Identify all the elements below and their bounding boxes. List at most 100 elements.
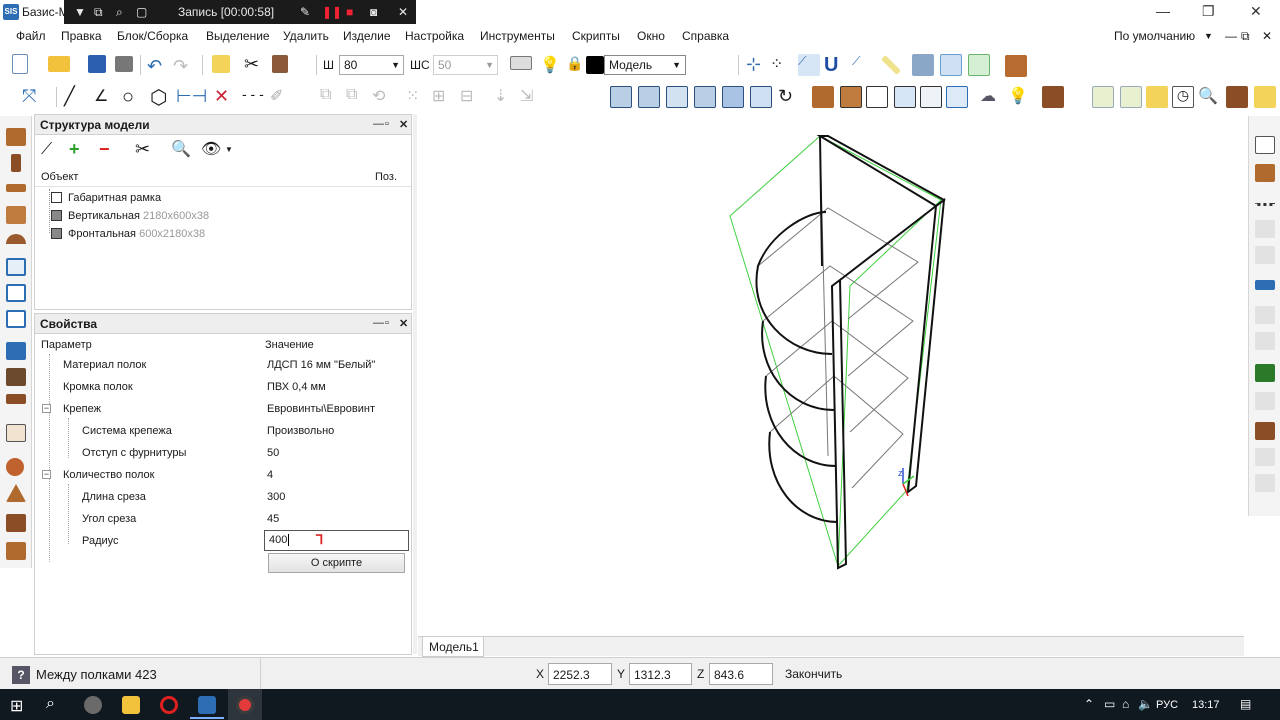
ruler-icon[interactable] xyxy=(881,55,901,75)
restore-doc-icon[interactable]: ⧉ xyxy=(1241,29,1250,44)
collapse-toggle[interactable]: − xyxy=(42,404,51,413)
preview-icon[interactable]: 🔍 xyxy=(171,139,191,159)
restore-icon[interactable]: ⧉ xyxy=(94,5,103,20)
pen-icon[interactable]: ✎ xyxy=(300,5,310,19)
grid-array-icon[interactable]: ⊞ xyxy=(432,86,454,108)
disabled-tool-icon[interactable] xyxy=(1255,448,1275,466)
menu-help[interactable]: Справка xyxy=(682,29,729,43)
prop-value[interactable]: 45 xyxy=(267,513,279,525)
undo-icon[interactable]: ↶ xyxy=(147,56,169,78)
add-icon[interactable]: + xyxy=(69,139,80,160)
prop-value[interactable]: ЛДСП 16 мм "Белый" xyxy=(267,359,375,371)
block-icon[interactable] xyxy=(1005,55,1027,77)
panel-minimize-icon[interactable]: — xyxy=(373,118,384,130)
menu-scripts[interactable]: Скрипты xyxy=(572,29,620,43)
view-cam2-icon[interactable] xyxy=(940,54,962,76)
panel-tool-icon[interactable] xyxy=(6,128,26,146)
menu-settings[interactable]: Настройка xyxy=(405,29,464,43)
box-3d-icon[interactable] xyxy=(1226,86,1248,108)
bazis-app-icon[interactable] xyxy=(198,696,216,714)
zoom-preview-icon[interactable]: 🔍 xyxy=(1198,86,1220,108)
add-edge-icon[interactable] xyxy=(1255,280,1275,290)
network-icon[interactable]: ⌂ xyxy=(1122,697,1129,711)
tools-icon[interactable]: ✂ xyxy=(135,139,150,160)
disabled-tool-icon[interactable] xyxy=(1255,306,1275,324)
stack-icon[interactable] xyxy=(6,542,26,560)
prop-value[interactable]: 300 xyxy=(267,491,285,503)
view-right-icon[interactable] xyxy=(694,86,716,108)
circle-icon[interactable]: ○ xyxy=(122,86,144,108)
copy-icon[interactable]: ⧉ xyxy=(346,86,368,108)
light-bulb-icon[interactable]: 💡 xyxy=(540,55,562,77)
disabled-tool-icon[interactable] xyxy=(1255,474,1275,492)
move-icon[interactable]: ⇣ xyxy=(494,86,516,108)
scale-icon[interactable] xyxy=(1255,194,1275,206)
menu-block[interactable]: Блок/Сборка xyxy=(117,29,188,43)
disabled-tool-icon[interactable] xyxy=(1255,332,1275,350)
print-icon[interactable] xyxy=(115,56,133,72)
pause-icon[interactable]: ❚❚ xyxy=(322,5,342,19)
language-indicator[interactable]: РУС xyxy=(1156,699,1178,711)
align-icon[interactable]: ⊟ xyxy=(460,86,482,108)
panel-close-icon[interactable]: ✕ xyxy=(399,317,408,330)
visibility-dropdown-icon[interactable]: ▼ xyxy=(225,145,233,154)
menu-file[interactable]: Файл xyxy=(16,29,46,43)
panel-maximize-icon[interactable]: ▫ xyxy=(385,317,389,329)
new-file-icon[interactable] xyxy=(12,54,28,74)
menu-window[interactable]: Окно xyxy=(637,29,665,43)
lighting-icon[interactable]: 💡 xyxy=(1008,86,1030,108)
remove-icon[interactable]: − xyxy=(99,139,110,160)
help-icon[interactable]: ? xyxy=(12,666,30,684)
clock[interactable]: 13:17 xyxy=(1192,699,1220,711)
shade-solid-icon[interactable] xyxy=(812,86,834,108)
about-script-button[interactable]: О скрипте xyxy=(268,553,405,573)
axis-icon[interactable]: ⊹ xyxy=(746,54,768,76)
clock-icon[interactable]: ◷ xyxy=(1172,86,1194,108)
front-panel-icon[interactable] xyxy=(6,206,26,224)
menu-delete[interactable]: Удалить xyxy=(283,29,329,43)
preset-select[interactable]: По умолчанию xyxy=(1114,29,1195,43)
prop-value[interactable]: Евровинты\Евровинт xyxy=(267,403,375,415)
search-icon[interactable]: ⌕ xyxy=(46,695,55,713)
menu-selection[interactable]: Выделение xyxy=(206,29,270,43)
panel-close-icon[interactable]: ✕ xyxy=(399,118,408,131)
close-icon[interactable]: ✕ xyxy=(1250,3,1262,20)
chevron-down-icon[interactable]: ▼ xyxy=(1204,31,1213,41)
disabled-tool-icon[interactable] xyxy=(1255,392,1275,410)
lock-icon[interactable]: 🔒 xyxy=(566,55,588,77)
pencil-icon[interactable]: ✐ xyxy=(270,86,292,108)
wireframe-icon[interactable] xyxy=(866,86,888,108)
hidden-lines-icon[interactable] xyxy=(894,86,916,108)
radius-input[interactable]: 400 xyxy=(264,530,409,551)
edit-props-icon[interactable] xyxy=(1120,86,1142,108)
view-left-icon[interactable] xyxy=(666,86,688,108)
transparent-icon[interactable] xyxy=(920,86,942,108)
sphere-icon[interactable] xyxy=(6,458,24,476)
prop-value[interactable]: Произвольно xyxy=(267,425,334,437)
finish-button[interactable]: Закончить xyxy=(785,667,842,681)
dimension-icon[interactable]: ⊢⊣ xyxy=(176,86,207,108)
y-coordinate-field[interactable]: 1312.3 xyxy=(629,663,692,685)
notes-icon[interactable] xyxy=(1254,86,1276,108)
snap-line-icon[interactable]: ⟋ xyxy=(798,54,820,76)
media-app-icon[interactable] xyxy=(84,696,102,714)
tree-view-icon[interactable] xyxy=(1092,86,1114,108)
panel-icon[interactable] xyxy=(272,55,288,73)
disabled-tool-icon[interactable] xyxy=(1255,220,1275,238)
select-curve-icon[interactable]: ⟋ xyxy=(41,141,52,159)
array-icon[interactable]: ⁙ xyxy=(406,86,428,108)
color-swatch[interactable] xyxy=(586,56,604,74)
grid-snap-icon[interactable]: ⁘ xyxy=(770,54,792,76)
material-lib-icon[interactable] xyxy=(1042,86,1064,108)
menu-product[interactable]: Изделие xyxy=(343,29,391,43)
width-field[interactable]: 80 ▼ xyxy=(339,55,404,75)
opera-icon[interactable] xyxy=(160,696,178,714)
panel-maximize-icon[interactable]: ▫ xyxy=(385,118,389,130)
cut-icon[interactable]: ✂ xyxy=(244,54,266,76)
maximize-icon[interactable]: ❐ xyxy=(1202,3,1215,20)
view-iso-icon[interactable] xyxy=(750,86,772,108)
polyline-icon[interactable]: ∠ xyxy=(94,86,116,108)
tree-item[interactable]: Вертикальная 2180x600x38 xyxy=(51,210,209,222)
line-icon[interactable]: ╱ xyxy=(64,86,86,108)
dropdown-icon[interactable]: ▼ xyxy=(74,5,86,19)
